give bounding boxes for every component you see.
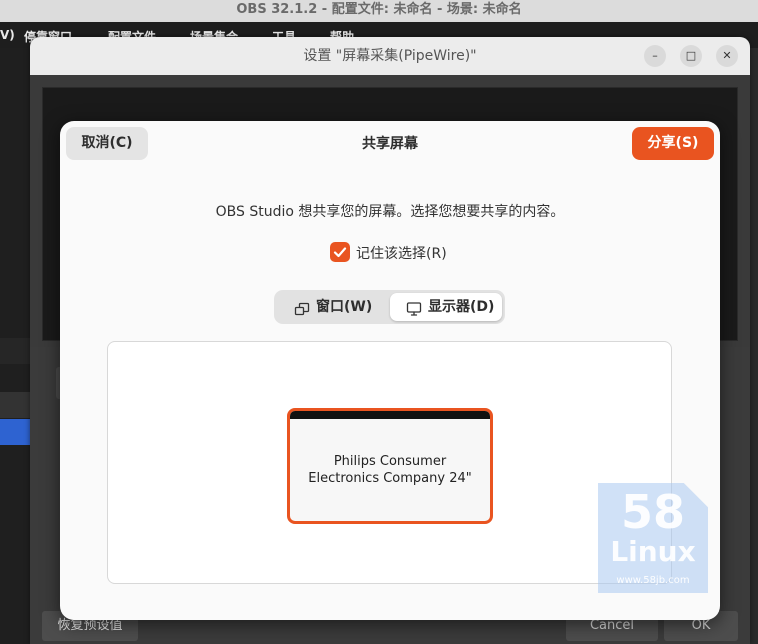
remember-label: 记住该选择(R) <box>356 246 447 262</box>
watermark-url: www.58jb.com <box>616 575 690 586</box>
monitor-name-line1: Philips Consumer <box>333 454 447 469</box>
monitor-top-bar <box>290 411 490 419</box>
monitor-name: Philips Consumer Electronics Company 24" <box>290 453 490 487</box>
monitor-item[interactable]: Philips Consumer Electronics Company 24" <box>287 408 493 524</box>
menu-item-view[interactable]: V) <box>0 28 15 42</box>
tab-window[interactable]: 窗口(W) <box>278 293 386 321</box>
obs-left-panel <box>0 48 30 644</box>
source-type-toggle: 窗口(W) 显示器(D) <box>274 290 505 324</box>
window-icon <box>294 299 310 327</box>
portal-description: OBS Studio 想共享您的屏幕。选择您想要共享的内容。 <box>215 204 565 220</box>
remember-checkbox[interactable] <box>330 242 350 262</box>
watermark-word: Linux <box>610 535 696 568</box>
obs-window-title: OBS 32.1.2 - 配置文件: 未命名 - 场景: 未命名 <box>0 0 758 22</box>
check-icon <box>333 247 347 258</box>
portal-cancel-button[interactable]: 取消(C) <box>66 127 148 160</box>
tab-monitor-label: 显示器(D) <box>428 299 495 315</box>
obs-selected-row[interactable] <box>0 419 30 445</box>
monitor-list: Philips Consumer Electronics Company 24" <box>107 341 672 584</box>
tab-monitor[interactable]: 显示器(D) <box>390 293 502 321</box>
monitor-name-line2: Electronics Company 24" <box>308 471 472 486</box>
watermark-number: 58 <box>620 485 685 539</box>
monitor-icon <box>406 299 422 327</box>
minimize-button[interactable]: – <box>644 45 666 67</box>
maximize-button[interactable]: □ <box>680 45 702 67</box>
portal-title: 共享屏幕 <box>362 136 418 152</box>
close-button[interactable]: ✕ <box>716 45 738 67</box>
tab-window-label: 窗口(W) <box>316 299 373 315</box>
settings-header: 设置 "屏幕采集(PipeWire)" – □ ✕ <box>30 37 750 75</box>
portal-share-button[interactable]: 分享(S) <box>632 127 714 160</box>
watermark-logo: 58 Linux www.58jb.com <box>598 483 708 593</box>
portal-header: 共享屏幕 取消(C) 分享(S) <box>60 121 720 167</box>
settings-title: 设置 "屏幕采集(PipeWire)" <box>303 48 477 64</box>
